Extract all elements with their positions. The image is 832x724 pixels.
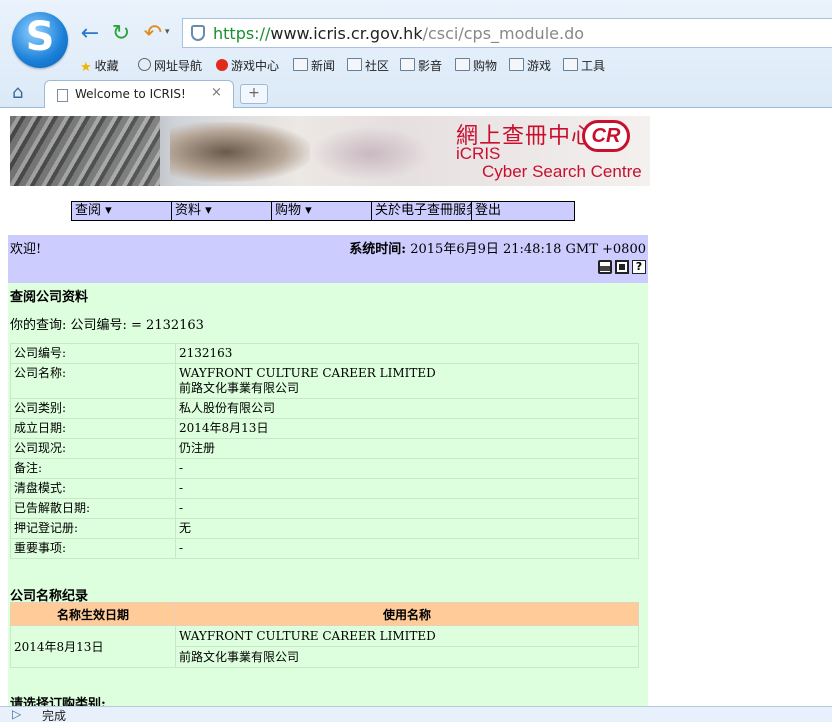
save-icon[interactable] bbox=[615, 260, 629, 274]
table-row: 2014年8月13日 WAYFRONT CULTURE CAREER LIMITE… bbox=[10, 625, 639, 668]
table-row: 公司编号: 2132163 bbox=[10, 343, 639, 364]
close-icon[interactable]: × bbox=[211, 85, 222, 100]
query-text: 你的查询: 公司编号: = 2132163 bbox=[10, 318, 204, 333]
undo-icon[interactable]: ↶ bbox=[141, 22, 165, 46]
system-time: 系统时间: 2015年6月9日 21:48:18 GMT +0800 bbox=[349, 242, 646, 257]
address-bar[interactable]: https://www.icris.cr.gov.hk/csci/cps_mod… bbox=[182, 18, 832, 48]
menu-info[interactable]: 资料 ▾ bbox=[172, 202, 272, 220]
status-bar: ▷ 完成 bbox=[0, 706, 832, 723]
bookmark-favorites[interactable]: ★ 收藏 bbox=[80, 57, 119, 75]
name-history-table: 名称生效日期 使用名称 2014年8月13日 WAYFRONT CULTURE CA… bbox=[10, 602, 639, 668]
bookmark-news[interactable]: 新闻 bbox=[293, 57, 335, 74]
page-icon bbox=[57, 89, 68, 102]
bookmark-games[interactable]: 游戏 bbox=[509, 57, 551, 74]
menu-about[interactable]: 关於电子查冊服务 bbox=[372, 202, 472, 220]
url-text[interactable]: https://www.icris.cr.gov.hk/csci/cps_mod… bbox=[213, 24, 584, 43]
shield-icon bbox=[191, 25, 205, 41]
folder-icon bbox=[455, 58, 470, 71]
table-row: 公司现况: 仍注册 bbox=[10, 438, 639, 459]
folder-icon bbox=[400, 58, 415, 71]
banner-icris: iCRIS bbox=[456, 144, 501, 163]
undo-dropdown-icon[interactable]: ▾ bbox=[165, 27, 170, 37]
banner-subtitle: Cyber Search Centre bbox=[482, 162, 642, 181]
bookmark-game-center[interactable]: 游戏中心 bbox=[216, 57, 279, 74]
table-header-row: 名称生效日期 使用名称 bbox=[10, 602, 639, 626]
globe-icon bbox=[138, 58, 151, 71]
bookmarks-bar: ★ 收藏 网址导航 游戏中心 新闻 社区 影音 购物 游戏 工具 bbox=[0, 54, 832, 76]
table-row: 成立日期: 2014年8月13日 bbox=[10, 418, 639, 439]
browser-chrome: S ← ↻ ↶ ▾ https://www.icris.cr.gov.hk/cs… bbox=[0, 0, 832, 108]
table-row: 公司名称: WAYFRONT CULTURE CAREER LIMITED 前路文化… bbox=[10, 363, 639, 399]
bookmark-media[interactable]: 影音 bbox=[400, 57, 442, 74]
menu-logout[interactable]: 登出 bbox=[472, 202, 574, 220]
tab-title: Welcome to ICRIS! bbox=[75, 87, 186, 101]
bookmark-shopping[interactable]: 购物 bbox=[455, 57, 497, 74]
table-row: 公司类别: 私人股份有限公司 bbox=[10, 398, 639, 419]
page-tools: ? bbox=[595, 260, 646, 275]
refresh-icon[interactable]: ↻ bbox=[109, 22, 133, 46]
home-icon[interactable]: ⌂ bbox=[12, 82, 23, 103]
folder-icon bbox=[563, 58, 578, 71]
star-icon: ★ bbox=[80, 60, 92, 75]
company-info-table: 公司编号: 2132163 公司名称: WAYFRONT CULTURE CAREE… bbox=[10, 343, 639, 559]
new-tab-button[interactable]: + bbox=[240, 84, 268, 104]
menu-shopping[interactable]: 购物 ▾ bbox=[272, 202, 372, 220]
menu-search[interactable]: 查阅 ▾ bbox=[72, 202, 172, 220]
welcome-bar: 欢迎! 系统时间: 2015年6月9日 21:48:18 GMT +0800 ? bbox=[8, 235, 648, 283]
section-title: 查阅公司资料 bbox=[10, 290, 89, 305]
folder-icon bbox=[347, 58, 362, 71]
table-row: 押记登记册: 无 bbox=[10, 518, 639, 539]
panel-toggle-icon[interactable]: ▷ bbox=[12, 707, 21, 721]
bookmark-tools[interactable]: 工具 bbox=[563, 57, 605, 74]
table-row: 备注: - bbox=[10, 458, 639, 479]
help-icon[interactable]: ? bbox=[632, 260, 646, 274]
folder-icon bbox=[293, 58, 308, 71]
tab-welcome[interactable]: Welcome to ICRIS! × bbox=[44, 80, 234, 108]
folder-icon bbox=[509, 58, 524, 71]
back-arrow-icon[interactable]: ← bbox=[78, 22, 102, 46]
table-row: 重要事项: - bbox=[10, 538, 639, 559]
site-menu: 查阅 ▾ 资料 ▾ 购物 ▾ 关於电子查冊服务 登出 bbox=[71, 201, 575, 221]
status-text: 完成 bbox=[42, 709, 67, 723]
table-row: 清盘模式: - bbox=[10, 478, 639, 499]
table-row: 已告解散日期: - bbox=[10, 498, 639, 519]
welcome-text: 欢迎! bbox=[10, 242, 42, 257]
game-icon bbox=[216, 59, 228, 71]
main-content: 欢迎! 系统时间: 2015年6月9日 21:48:18 GMT +0800 ?… bbox=[8, 235, 648, 721]
printer-icon[interactable] bbox=[598, 260, 612, 274]
bookmark-nav[interactable]: 网址导航 bbox=[138, 57, 202, 74]
tab-bar: ⌂ Welcome to ICRIS! × + bbox=[0, 80, 832, 108]
bookmark-community[interactable]: 社区 bbox=[347, 57, 389, 74]
cr-logo: CR bbox=[582, 120, 630, 152]
icris-banner: 網上查冊中心 iCRIS Cyber Search Centre CR bbox=[10, 116, 650, 186]
